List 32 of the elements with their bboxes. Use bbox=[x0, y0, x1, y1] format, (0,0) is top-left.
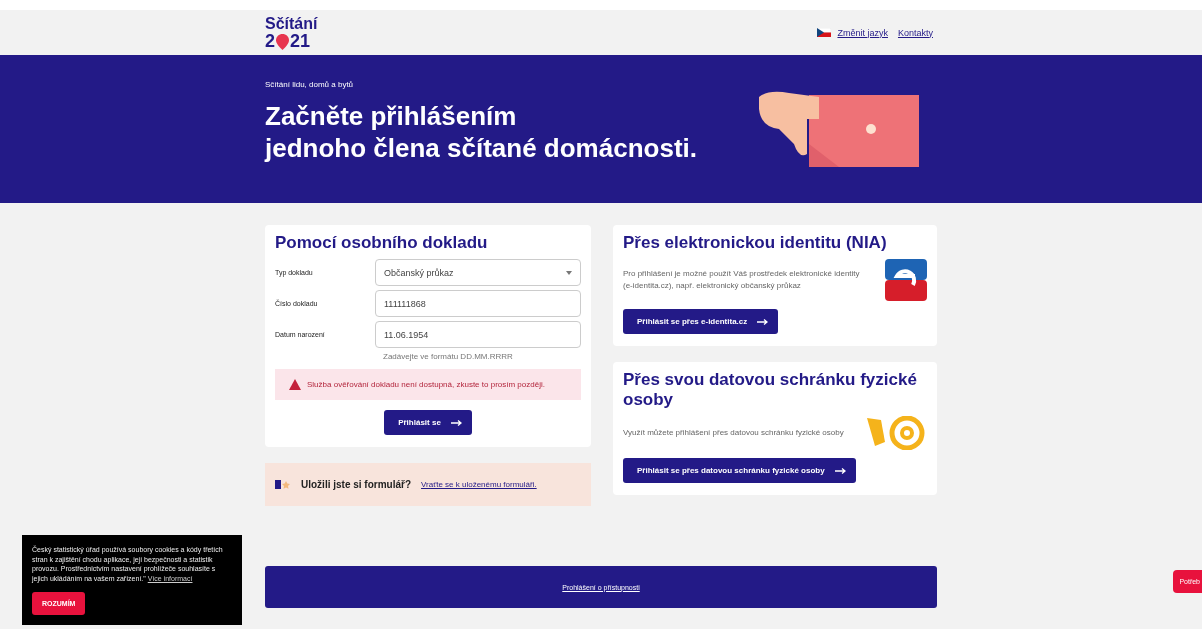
flag-icon bbox=[817, 28, 832, 37]
caret-icon bbox=[566, 270, 572, 275]
logo-title: Sčítání bbox=[265, 15, 318, 32]
document-type-select[interactable]: Občanský průkaz bbox=[375, 259, 581, 286]
logo-year: 2 bbox=[265, 31, 275, 50]
field-hint: Zadávejte ve formátu DD.MM.RRRR bbox=[383, 352, 514, 361]
map-pin-icon bbox=[276, 33, 289, 50]
saved-form-link[interactable]: Vraťte se k uloženému formuláři. bbox=[421, 480, 537, 489]
login-button[interactable]: Přihlásit se bbox=[384, 410, 472, 435]
input-field[interactable]: 111111868 bbox=[375, 290, 581, 317]
error-message: Služba ověřování dokladu není dostupná, zkuste to prosím později. bbox=[307, 380, 545, 389]
header-link[interactable]: Kontakty bbox=[897, 27, 933, 38]
card-title: Přes elektronickou identitu (NIA) bbox=[623, 233, 888, 253]
arrow-right-icon bbox=[450, 419, 462, 426]
post-horn-at-icon bbox=[867, 416, 927, 450]
arrow-right-icon bbox=[757, 318, 769, 325]
form-icon bbox=[275, 480, 291, 489]
card-title: Pomocí osobního dokladu bbox=[275, 233, 489, 253]
warning-icon bbox=[289, 379, 301, 390]
e-identity-login-button[interactable]: Přihlásit se přes e-identita.cz bbox=[623, 309, 779, 334]
banner-title: Začněte přihlášením jednoho člena sčítané domácnosti. bbox=[265, 101, 697, 164]
header-link[interactable]: Změnit jazyk bbox=[837, 27, 888, 38]
logo-year: 21 bbox=[290, 31, 311, 50]
card-description: Využít můžete přihlášení přes datovou schránku fyzické osoby bbox=[623, 427, 844, 439]
banner-subtitle: Sčítání lidu, domů a bytů bbox=[265, 80, 355, 90]
arrow-right-icon bbox=[834, 467, 846, 474]
e-identity-logo-icon bbox=[885, 259, 927, 301]
databox-login-button[interactable]: Přihlásit se přes datovou schránku fyzické osoby bbox=[623, 458, 856, 483]
input-field[interactable]: 11.06.1954 bbox=[375, 321, 581, 348]
card-description: Pro přihlášení je možné použít Váš prostředek elektronické identity (e-identita.cz), např. elektronický občanský průkaz bbox=[623, 268, 861, 292]
card-title: Přes svou datovou schránku fyzické osoby bbox=[623, 370, 918, 410]
saved-form-question: Uložili jste si formulář? bbox=[301, 479, 412, 490]
